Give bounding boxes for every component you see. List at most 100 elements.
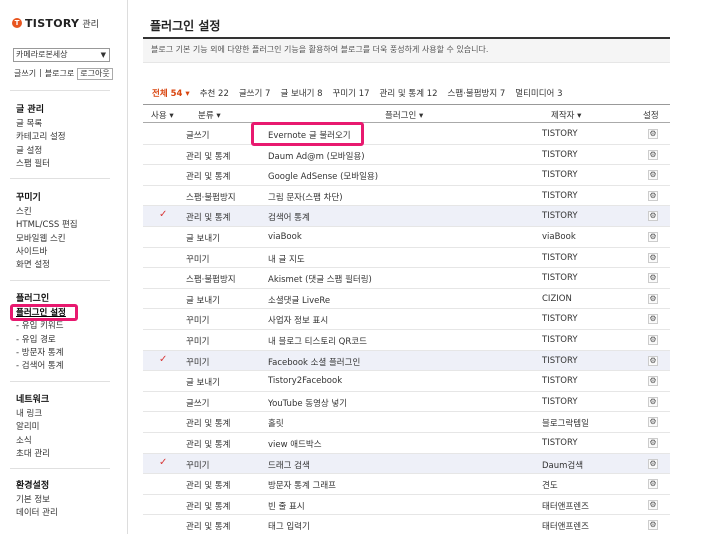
row-plugin-name[interactable]: 내 글 지도 — [268, 253, 305, 265]
row-plugin-name[interactable]: 사업자 정보 표시 — [268, 314, 328, 326]
row-plugin-name[interactable]: 홀릿 — [268, 417, 284, 429]
table-row[interactable]: 관리 및 통계 방문자 통계 그래프 견도 ⚙ — [143, 474, 670, 495]
table-row[interactable]: ✓ 꾸미기 Facebook 소셜 플러그인 TISTORY ⚙ — [143, 350, 670, 372]
header-maker[interactable]: 제작자 ▾ — [551, 109, 581, 121]
gear-icon[interactable]: ⚙ — [648, 170, 658, 181]
table-row[interactable]: 관리 및 통계 view 애드박스 TISTORY ⚙ — [143, 433, 670, 454]
gear-icon[interactable]: ⚙ — [648, 355, 658, 366]
row-plugin-name[interactable]: viaBook — [268, 232, 302, 242]
row-plugin-name[interactable]: 드래그 검색 — [268, 459, 310, 471]
gear-icon[interactable]: ⚙ — [648, 232, 658, 242]
sidebar-item-sidebar[interactable]: 사이드바 — [16, 246, 78, 259]
row-plugin-name[interactable]: 방문자 통계 그래프 — [268, 479, 336, 491]
gear-icon[interactable]: ⚙ — [648, 190, 658, 201]
divider — [10, 90, 110, 91]
gear-icon[interactable]: ⚙ — [648, 314, 658, 325]
blog-select[interactable]: 카메라로본세상 ▼ — [13, 48, 110, 62]
check-icon[interactable]: ✓ — [159, 354, 167, 365]
filter-management[interactable]: 관리 및 통계 12 — [380, 87, 438, 99]
to-blog-link[interactable]: 블로그로 — [45, 68, 74, 80]
row-plugin-name[interactable]: Google AdSense (모바일용) — [268, 170, 378, 182]
logout-button[interactable]: 로그아웃 — [77, 68, 113, 80]
row-plugin-name[interactable]: 내 블로그 티스토리 QR코드 — [268, 335, 367, 347]
gear-icon[interactable]: ⚙ — [648, 376, 658, 387]
table-row[interactable]: 관리 및 통계 Google AdSense (모바일용) TISTORY ⚙ — [143, 165, 670, 186]
table-row[interactable]: 관리 및 통계 Daum Ad@m (모바일용) TISTORY ⚙ — [143, 145, 670, 166]
sidebar-item-mobile-skin[interactable]: 모바일웹 스킨 — [16, 233, 78, 246]
sidebar-item-skin[interactable]: 스킨 — [16, 206, 78, 219]
table-row[interactable]: 꾸미기 내 블로그 티스토리 QR코드 TISTORY ⚙ — [143, 330, 670, 351]
sidebar-item-html-css[interactable]: HTML/CSS 편집 — [16, 219, 78, 232]
filter-multimedia[interactable]: 멀티미디어 3 — [515, 87, 562, 99]
gear-icon[interactable]: ⚙ — [648, 458, 658, 469]
table-row[interactable]: 꾸미기 사업자 정보 표시 TISTORY ⚙ — [143, 309, 670, 330]
filter-design[interactable]: 꾸미기 17 — [333, 87, 370, 99]
gear-icon[interactable]: ⚙ — [648, 396, 658, 407]
write-link[interactable]: 글쓰기 — [14, 68, 36, 80]
table-row[interactable]: ✓ 꾸미기 드래그 검색 Daum검색 ⚙ — [143, 453, 670, 475]
gear-icon[interactable]: ⚙ — [648, 335, 658, 345]
sidebar-item-news[interactable]: 소식 — [16, 435, 50, 448]
gear-icon[interactable]: ⚙ — [648, 479, 658, 490]
filter-write[interactable]: 글쓰기 7 — [239, 87, 271, 99]
row-plugin-name[interactable]: 소셜댓글 LiveRe — [268, 294, 330, 306]
table-row[interactable]: 글 보내기 viaBook viaBook ⚙ — [143, 227, 670, 248]
gear-icon[interactable]: ⚙ — [648, 211, 658, 222]
row-plugin-name[interactable]: 빈 줄 표시 — [268, 500, 305, 512]
sidebar-item-my-links[interactable]: 내 링크 — [16, 408, 50, 421]
table-row[interactable]: 관리 및 통계 빈 줄 표시 태터앤프렌즈 ⚙ — [143, 495, 670, 516]
gear-icon[interactable]: ⚙ — [648, 273, 658, 284]
table-row[interactable]: 글쓰기 Evernote 글 불러오기 TISTORY ⚙ — [143, 124, 670, 145]
table-row[interactable]: 글쓰기 YouTube 동영상 넣기 TISTORY ⚙ — [143, 392, 670, 413]
filter-send[interactable]: 글 보내기 8 — [280, 87, 322, 99]
row-maker: TISTORY — [542, 335, 578, 345]
tistory-logo[interactable]: T TISTORY 관리 — [12, 16, 99, 30]
row-plugin-name[interactable]: 그림 문자(스팸 차단) — [268, 191, 343, 203]
gear-icon[interactable]: ⚙ — [648, 438, 658, 448]
row-plugin-name[interactable]: Tistory2Facebook — [268, 376, 342, 386]
table-row[interactable]: 글 보내기 Tistory2Facebook TISTORY ⚙ — [143, 371, 670, 392]
sidebar-item-inflow-keywords[interactable]: - 유입 키워드 — [16, 320, 66, 333]
header-category[interactable]: 분류 ▾ — [198, 109, 221, 121]
row-plugin-name[interactable]: Daum Ad@m (모바일용) — [268, 150, 365, 162]
table-row[interactable]: 스팸·불펌방지 Akismet (댓글 스팸 필터링) TISTORY ⚙ — [143, 268, 670, 289]
table-row[interactable]: ✓ 관리 및 통계 검색어 통계 TISTORY ⚙ — [143, 206, 670, 227]
row-plugin-name[interactable]: 태그 입력기 — [268, 520, 310, 532]
table-row[interactable]: 꾸미기 내 글 지도 TISTORY ⚙ — [143, 248, 670, 269]
filter-all[interactable]: 전체 54 ▾ — [152, 87, 190, 99]
row-plugin-name[interactable]: YouTube 동영상 넣기 — [268, 397, 347, 409]
filter-spam[interactable]: 스팸·불펌방지 7 — [448, 87, 506, 99]
row-plugin-name[interactable]: 검색어 통계 — [268, 211, 310, 223]
row-plugin-name[interactable]: view 애드박스 — [268, 438, 322, 450]
gear-icon[interactable]: ⚙ — [648, 499, 658, 510]
sidebar-item-search-stats[interactable]: - 검색어 통계 — [16, 360, 66, 373]
row-plugin-name[interactable]: Facebook 소셜 플러그인 — [268, 356, 360, 368]
table-row[interactable]: 글 보내기 소셜댓글 LiveRe CIZION ⚙ — [143, 289, 670, 310]
table-row[interactable]: 관리 및 통계 홀릿 블로그락템일 ⚙ — [143, 412, 670, 433]
table-row[interactable]: 관리 및 통계 태그 입력기 태터앤프렌즈 ⚙ — [143, 515, 670, 534]
sidebar-item-basic-info[interactable]: 기본 정보 — [16, 494, 58, 507]
sidebar-item-category[interactable]: 카테고리 설정 — [16, 131, 66, 144]
gear-icon[interactable]: ⚙ — [648, 252, 658, 263]
sidebar-item-invites[interactable]: 초대 관리 — [16, 448, 50, 461]
sidebar-item-post-list[interactable]: 글 목록 — [16, 118, 66, 131]
filter-recommended[interactable]: 추천 22 — [200, 87, 229, 99]
sidebar-item-visitor-stats[interactable]: - 방문자 통계 — [16, 347, 66, 360]
sidebar-item-data-management[interactable]: 데이터 관리 — [16, 507, 58, 520]
header-use[interactable]: 사용 ▾ — [151, 109, 174, 121]
gear-icon[interactable]: ⚙ — [648, 293, 658, 304]
sidebar-item-spam-filter[interactable]: 스팸 필터 — [16, 158, 66, 171]
row-plugin-name[interactable]: Akismet (댓글 스팸 필터링) — [268, 273, 372, 285]
sidebar-item-inflow-path[interactable]: - 유입 경로 — [16, 334, 66, 347]
header-plugin[interactable]: 플러그인 ▾ — [385, 109, 423, 121]
gear-icon[interactable]: ⚙ — [648, 149, 658, 160]
sidebar-item-notifier[interactable]: 알리미 — [16, 421, 50, 434]
check-icon[interactable]: ✓ — [159, 457, 167, 468]
gear-icon[interactable]: ⚙ — [648, 129, 658, 139]
gear-icon[interactable]: ⚙ — [648, 520, 658, 531]
sidebar-item-post-settings[interactable]: 글 설정 — [16, 145, 66, 158]
table-row[interactable]: 스팸·불펌방지 그림 문자(스팸 차단) TISTORY ⚙ — [143, 186, 670, 207]
gear-icon[interactable]: ⚙ — [648, 417, 658, 428]
sidebar-item-screen-settings[interactable]: 화면 설정 — [16, 259, 78, 272]
check-icon[interactable]: ✓ — [159, 209, 167, 220]
